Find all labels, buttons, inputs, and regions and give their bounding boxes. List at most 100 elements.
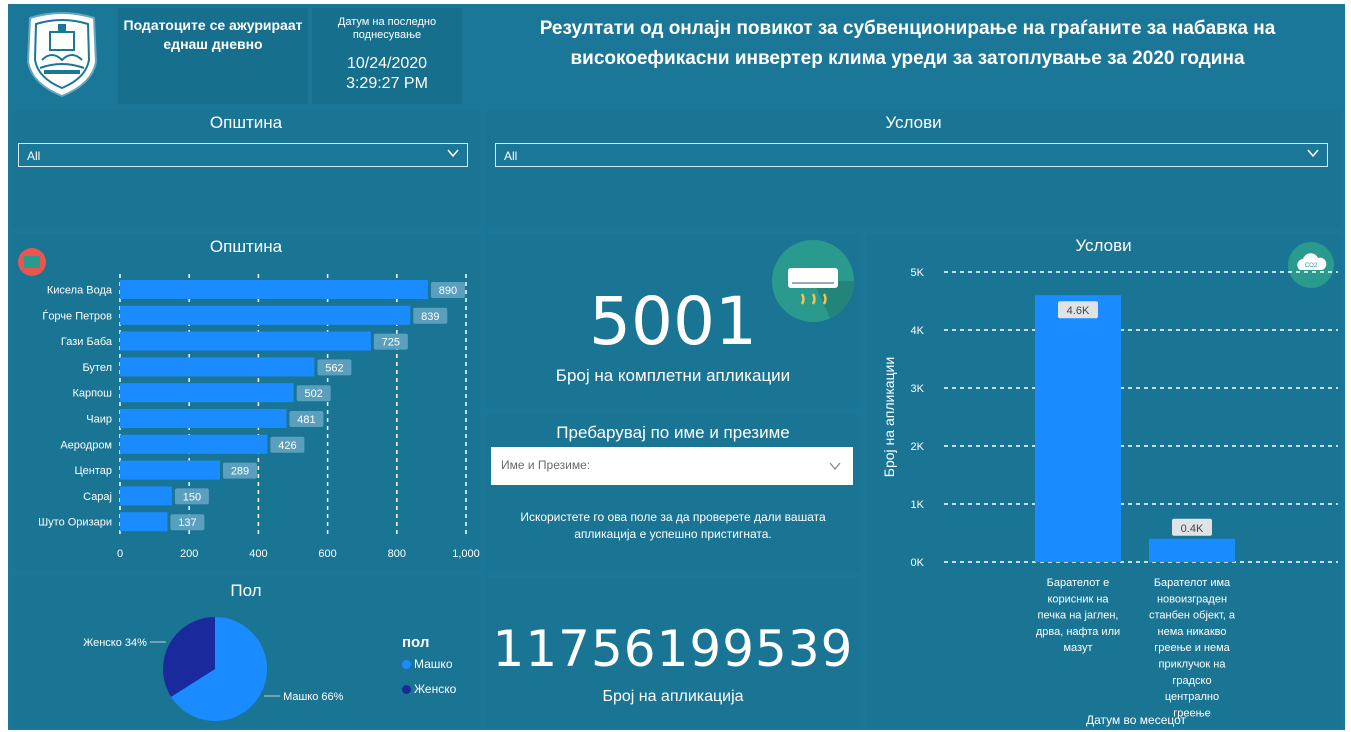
data-label: 289 [231, 466, 249, 478]
y-tick-label: 4K [911, 325, 925, 337]
category-label-line: печка на јаглен, [1038, 610, 1119, 622]
data-label: 4.6K [1067, 305, 1090, 317]
category-label-line: градско [1172, 675, 1211, 687]
legend-dot-male [402, 659, 411, 669]
category-label: Кисела Вода [47, 285, 113, 297]
search-title: Пребарувај по име и презиме [556, 423, 790, 442]
data-label: 839 [421, 311, 439, 323]
y-tick-label: 3K [911, 383, 925, 395]
category-label: Гази Баба [61, 336, 113, 348]
application-number-label: Број на апликација [602, 688, 744, 705]
municipality-slicer-title: Општина [209, 113, 283, 132]
municipality-chart-title: Општина [209, 237, 283, 256]
legend-item-female[interactable]: Женско [402, 682, 456, 696]
x-tick-label: 1,000 [452, 548, 480, 560]
bar [120, 383, 294, 403]
bar [120, 486, 172, 506]
legend-dot-female [402, 684, 411, 694]
bar [120, 460, 220, 480]
bar [120, 280, 428, 299]
category-label-line: Барателот е [1047, 577, 1110, 589]
name-search-placeholder: Име и Презиме: [501, 458, 591, 472]
page-title: Резултати од онлајн повикот за субвенцио… [539, 18, 1276, 69]
gender-chart-title: Пол [230, 581, 262, 600]
conditions-dropdown-value: All [504, 149, 518, 163]
category-label: Ѓорче Петров [42, 309, 112, 322]
last-submission-date: 10/24/2020 [346, 55, 428, 72]
data-label: 562 [325, 362, 343, 374]
conditions-bar-chart: 0K 1K 2K 3K 4K 5K Број на апликации 4.6K Барател… [881, 267, 1338, 727]
category-label: Карпош [72, 388, 112, 400]
category-label: Чаир [86, 414, 112, 426]
application-number: 11756199539 [492, 620, 854, 678]
data-label: 481 [297, 414, 315, 426]
name-search-input[interactable]: Име и Презиме: [491, 447, 853, 485]
x-axis-title: Датум во месецот [1086, 713, 1187, 727]
data-label: 502 [305, 388, 323, 400]
bar [120, 409, 287, 428]
category-label-line: Барателот има [1154, 577, 1231, 589]
chevron-down-icon [447, 149, 459, 158]
bar [120, 305, 411, 325]
conditions-slicer-title: Услови [885, 113, 942, 132]
category-label-line: станбен објект, а [1149, 610, 1236, 622]
municipality-dropdown-value: All [27, 149, 41, 163]
y-tick-label: 1K [911, 499, 925, 511]
data-label: 426 [278, 440, 296, 452]
legend-item-male[interactable]: Машко [402, 657, 453, 671]
y-tick-label: 2K [911, 441, 925, 453]
data-label: 0.4K [1181, 523, 1204, 535]
legend-label-male: Машко [414, 657, 453, 671]
bar [1035, 295, 1121, 562]
x-tick-label: 600 [318, 548, 336, 560]
bar [120, 331, 371, 351]
y-tick-label: 5K [911, 267, 925, 279]
x-tick-label: 0 [117, 548, 123, 560]
gender-legend-title: пол [402, 634, 430, 651]
category-label: Шуто Оризари [38, 517, 112, 529]
data-label: 150 [183, 491, 201, 503]
slice-label: Женско 34% [83, 637, 147, 649]
gender-pie-chart: Машко 66% Женско 34% [83, 617, 344, 721]
municipality-dropdown[interactable]: All [18, 143, 468, 167]
y-axis-title: Број на апликации [881, 357, 897, 477]
bar [120, 357, 315, 377]
category-label-line: нема никакво [1158, 626, 1227, 638]
y-tick-label: 0K [911, 557, 925, 569]
category-label: Аеродром [60, 439, 112, 451]
category-label-line: греење и нема [1154, 642, 1230, 654]
x-tick-label: 400 [249, 548, 267, 560]
x-tick-label: 200 [180, 548, 198, 560]
chevron-down-icon [829, 462, 841, 471]
data-label: 890 [439, 285, 457, 297]
category-label: Центар [75, 465, 112, 477]
category-label-line: централно [1165, 691, 1219, 703]
coat-of-arms-logo [20, 10, 104, 100]
bar [120, 512, 168, 532]
category-label-line: корисник на [1047, 593, 1109, 605]
category-label-line: мазут [1063, 642, 1092, 654]
last-submission-time: 3:29:27 PM [346, 75, 428, 92]
update-note: Податоците се ажурираат еднаш дневно [118, 8, 308, 104]
data-label: 137 [178, 517, 196, 529]
category-label-line: приклучок на [1159, 659, 1227, 671]
last-submission-card: Датум на последно поднесување 10/24/2020… [312, 8, 462, 104]
category-label: Бутел [82, 362, 112, 374]
slice-label: Машко 66% [283, 691, 344, 703]
bar [1149, 538, 1235, 562]
search-help-text: Искористете го ова поле за да проверете … [520, 510, 826, 541]
dashboard-canvas: Податоците се ажурираат еднаш дневно Дат… [8, 4, 1345, 730]
category-label-line: новоизграден [1157, 593, 1227, 605]
x-tick-label: 800 [388, 548, 406, 560]
category-label-line: дрва, нафта или [1036, 626, 1120, 638]
coat-of-arms-icon [26, 12, 98, 98]
category-label: Сарај [83, 491, 112, 503]
complete-applications-count: 5001 [589, 283, 757, 360]
conditions-dropdown[interactable]: All [495, 143, 1328, 167]
last-submission-label: Датум на последно поднесување [337, 16, 437, 41]
complete-applications-label: Број на комплетни апликации [555, 366, 791, 385]
chevron-down-icon [1307, 149, 1319, 158]
municipality-bar-chart: 0 200 400 600 800 1,000 Кисела Вода 890 Ѓорче Пе… [38, 274, 480, 560]
bar [120, 434, 268, 454]
data-label: 725 [382, 337, 400, 349]
